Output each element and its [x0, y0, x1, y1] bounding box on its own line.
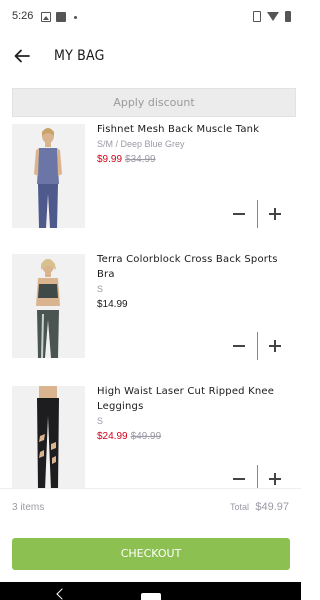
decrease-quantity-button[interactable] — [233, 213, 245, 215]
item-price-row: $9.99 $34.99 — [97, 153, 291, 167]
status-icons — [253, 11, 291, 22]
checkout-button[interactable]: CHECKOUT — [12, 538, 290, 570]
plus-icon — [274, 340, 276, 352]
item-price-row: $14.99 — [97, 298, 291, 312]
nav-home-icon[interactable] — [141, 593, 161, 600]
image-notification-icon — [41, 12, 51, 22]
item-price: $24.99 — [97, 431, 128, 442]
decrease-quantity-button[interactable] — [233, 478, 245, 480]
item-price: $9.99 — [97, 154, 123, 165]
item-name[interactable]: Fishnet Mesh Back Muscle Tank — [97, 122, 291, 137]
quantity-divider — [257, 332, 258, 360]
item-info: Terra Colorblock Cross Back Sports Bra S… — [97, 252, 291, 312]
cart-item: Terra Colorblock Cross Back Sports Bra S… — [0, 249, 301, 377]
total-label: Total — [229, 502, 249, 512]
item-info: Fishnet Mesh Back Muscle Tank S/M / Deep… — [97, 122, 291, 167]
item-price-row: $24.99 $49.99 — [97, 430, 291, 444]
wifi-icon — [267, 12, 279, 21]
quantity-stepper — [233, 200, 287, 228]
app-header: MY BAG — [0, 36, 301, 78]
nav-back-icon[interactable] — [56, 588, 68, 600]
back-arrow-icon[interactable] — [12, 46, 32, 66]
product-image[interactable] — [12, 386, 85, 490]
status-time: 5:26 — [12, 10, 34, 22]
quantity-stepper — [233, 332, 287, 360]
item-original-price: $49.99 — [130, 431, 162, 442]
bag-summary: 3 items Total $49.97 — [0, 488, 301, 528]
product-image[interactable] — [12, 124, 85, 228]
items-count: 3 items — [12, 502, 45, 513]
plus-icon — [274, 208, 276, 220]
decrease-quantity-button[interactable] — [233, 345, 245, 347]
vibrate-icon — [253, 11, 261, 22]
plus-icon — [274, 473, 276, 485]
cart-item: Fishnet Mesh Back Muscle Tank S/M / Deep… — [0, 119, 301, 247]
item-name[interactable]: Terra Colorblock Cross Back Sports Bra — [97, 252, 291, 282]
total-value: $49.97 — [255, 501, 289, 513]
status-bar: 5:26 — [0, 0, 301, 36]
apply-discount-button[interactable]: Apply discount — [12, 88, 296, 117]
item-variant: S — [97, 284, 104, 294]
item-variant: S — [97, 416, 104, 426]
quantity-divider — [257, 200, 258, 228]
more-notifications-dot-icon — [74, 16, 77, 19]
system-nav-bar — [0, 582, 301, 600]
item-variant: S/M / Deep Blue Grey — [97, 139, 185, 149]
item-name[interactable]: High Waist Laser Cut Ripped Knee Legging… — [97, 384, 291, 414]
item-price: $14.99 — [97, 299, 128, 310]
page-title: MY BAG — [54, 48, 105, 64]
item-original-price: $34.99 — [125, 154, 156, 165]
item-info: High Waist Laser Cut Ripped Knee Legging… — [97, 384, 291, 444]
battery-icon — [285, 11, 291, 22]
app-notification-icon — [56, 12, 66, 22]
product-image[interactable] — [12, 254, 85, 358]
